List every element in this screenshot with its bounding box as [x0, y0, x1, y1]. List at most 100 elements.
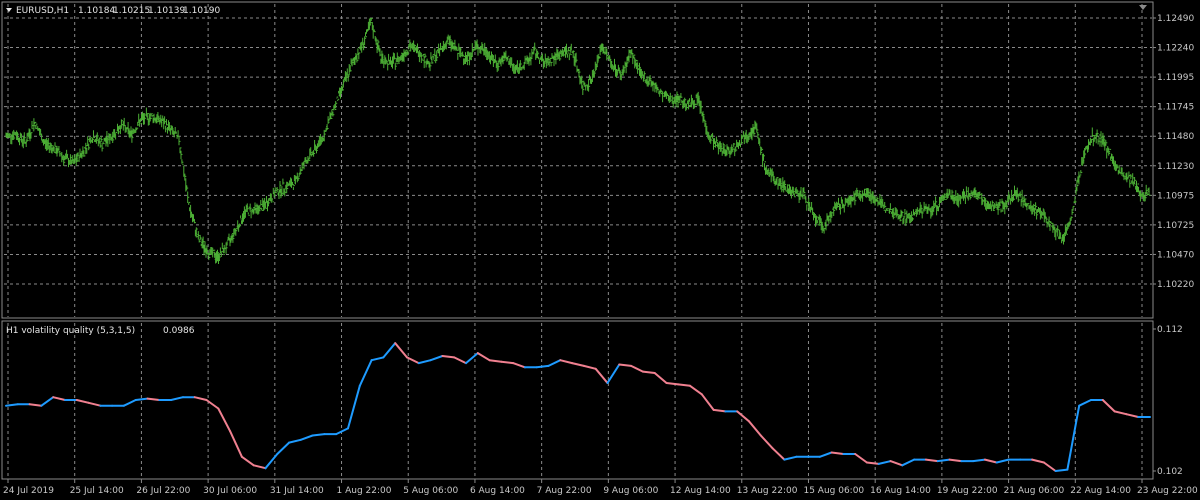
indicator-segment-down — [193, 396, 208, 401]
indicator-segment-down — [983, 458, 998, 464]
time-label: 7 Aug 22:00 — [537, 486, 592, 496]
time-label: 6 Aug 14:00 — [470, 486, 525, 496]
indicator-segment-down — [854, 453, 868, 464]
price-label: 1.11230 — [1157, 162, 1194, 172]
indicator-segment-down — [1042, 461, 1057, 472]
trading-chart-window: 1.12490 1.12240 1.11995 1.11745 1.11480 1.112… — [1, 1, 1198, 496]
time-label: 12 Aug 14:00 — [670, 486, 731, 496]
indicator-segment-up — [358, 359, 373, 387]
time-label: 16 Aug 14:00 — [870, 486, 931, 496]
indicator-segment-down — [1031, 458, 1045, 464]
indicator-segment-down — [1113, 410, 1128, 416]
indicator-segment-up — [877, 460, 892, 465]
indicator-segment-up — [122, 399, 137, 407]
indicator-segment-down — [87, 401, 102, 407]
price-label: 1.10975 — [1157, 191, 1194, 201]
indicator-segment-up — [170, 396, 184, 401]
indicator-scale-label: 0.102 — [1157, 467, 1183, 477]
time-label: 9 Aug 06:00 — [603, 486, 658, 496]
chart-shift-icon[interactable] — [1139, 5, 1147, 10]
indicator-segment-up — [299, 434, 314, 441]
time-label: 21 Aug 06:00 — [1004, 486, 1065, 496]
indicator-segment-down — [924, 458, 939, 463]
indicator-segment-down — [889, 460, 904, 467]
time-label: 23 Aug 22:00 — [1137, 486, 1198, 496]
main-panel-frame — [1, 1, 1154, 319]
time-label: 1 Aug 22:00 — [337, 486, 392, 496]
time-axis[interactable]: 24 Jul 2019 25 Jul 14:00 26 Jul 22:00 30 Ju… — [3, 479, 1198, 496]
indicator-segment-down — [594, 367, 609, 384]
price-bars[interactable] — [5, 17, 1151, 264]
price-label: 1.10220 — [1157, 280, 1194, 290]
indicator-segment-down — [488, 359, 503, 363]
ohlc-close: 1.10190 — [183, 6, 220, 16]
indicator-header: H1 volatility quality (5,3,1,5) 0.0986 — [6, 326, 195, 336]
indicator-segment-down — [771, 447, 786, 461]
indicator-segment-up — [382, 342, 397, 359]
time-label: 24 Jul 2019 — [3, 486, 54, 496]
indicator-segment-up — [134, 397, 149, 401]
price-label: 1.11745 — [1157, 103, 1194, 113]
indicator-segment-down — [830, 451, 845, 455]
indicator-segment-down — [476, 352, 491, 362]
indicator-segment-up — [5, 403, 19, 407]
time-label: 5 Aug 06:00 — [403, 486, 458, 496]
indicator-segment-down — [75, 399, 90, 404]
triangle-down-icon[interactable] — [6, 8, 12, 12]
time-label: 13 Aug 22:00 — [737, 486, 798, 496]
symbol-timeframe: EURUSD,H1 — [16, 6, 69, 16]
indicator-segment-down — [252, 464, 267, 470]
indicator-segment-down — [512, 362, 526, 369]
indicator-segment-down — [394, 342, 408, 359]
price-label: 1.12240 — [1157, 44, 1194, 54]
indicator-segment-down — [865, 461, 880, 465]
indicator-segment-down — [712, 408, 727, 413]
indicator-segment-down — [1125, 413, 1140, 418]
price-label: 1.11995 — [1157, 73, 1194, 83]
indicator-segment-down — [582, 364, 597, 370]
ohlc-low: 1.10139 — [148, 6, 185, 16]
indicator-segment-up — [311, 433, 326, 437]
indicator-segment-up — [535, 364, 550, 369]
grid-lines — [4, 4, 1152, 478]
indicator-segment-down — [948, 458, 963, 463]
indicator-segment-down — [146, 397, 161, 401]
price-axis[interactable]: 1.12490 1.12240 1.11995 1.11745 1.11480 1.112… — [1153, 14, 1194, 290]
indicator-segment-up — [264, 453, 279, 470]
indicator-segment-up — [783, 455, 798, 461]
indicator-segment-down — [500, 360, 515, 365]
indicator-segment-down — [618, 363, 633, 367]
indicator-segment-up — [40, 396, 55, 407]
time-label: 19 Aug 22:00 — [937, 486, 998, 496]
indicator-segment-down — [571, 362, 585, 367]
time-label: 25 Jul 14:00 — [70, 486, 124, 496]
time-label: 31 Jul 14:00 — [270, 486, 324, 496]
indicator-value: 0.0986 — [163, 326, 195, 336]
indicator-segment-down — [559, 359, 574, 365]
indicator-segment-down — [630, 364, 644, 373]
indicator-segment-up — [370, 356, 385, 362]
price-label: 1.12490 — [1157, 14, 1194, 24]
indicator-segment-up — [1066, 404, 1081, 471]
indicator-segment-down — [677, 383, 691, 387]
indicator-segment-up — [417, 359, 432, 365]
indicator-title: H1 volatility quality (5,3,1,5) — [6, 326, 135, 336]
price-label: 1.11480 — [1157, 132, 1194, 142]
indicator-segment-down — [689, 384, 703, 396]
indicator-segment-down — [736, 410, 750, 423]
indicator-axis: 0.112 0.102 — [1153, 325, 1183, 477]
time-label: 26 Jul 22:00 — [136, 486, 190, 496]
indicator-segment-down — [1101, 399, 1116, 413]
ohlc-high: 1.10215 — [113, 6, 150, 16]
indicator-segment-down — [217, 407, 232, 433]
time-label: 30 Jul 06:00 — [203, 486, 257, 496]
price-label: 1.10470 — [1157, 250, 1194, 260]
indicator-segment-down — [229, 430, 243, 458]
price-label: 1.10725 — [1157, 221, 1194, 231]
symbol-header[interactable]: EURUSD,H1 1.10184 1.10215 1.10139 1.1019… — [6, 6, 220, 16]
indicator-segment-down — [653, 372, 668, 384]
indicator-segment-up — [606, 363, 621, 384]
time-label: 15 Aug 06:00 — [803, 486, 864, 496]
indicator-segment-up — [818, 451, 833, 458]
indicator-segment-up — [347, 384, 361, 430]
